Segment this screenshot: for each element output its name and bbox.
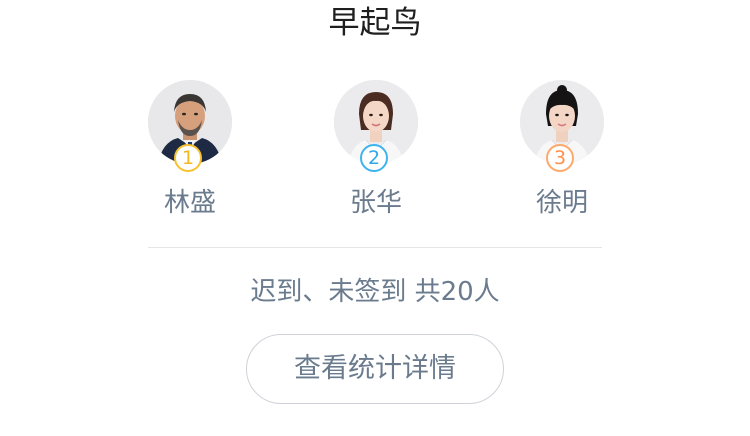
avatar[interactable]: 1 [148, 80, 232, 172]
person-name: 徐明 [535, 188, 588, 218]
early-bird-card: 早起鸟 1 林盛 2 张华 3 徐明 迟到、未签到 共20人 查看统计详情 [0, 0, 750, 436]
ranking-item[interactable]: 3 徐明 [502, 80, 622, 220]
person-name: 林盛 [163, 188, 216, 218]
ranking-item[interactable]: 2 张华 [316, 80, 436, 220]
avatar[interactable]: 2 [334, 80, 418, 172]
divider [148, 247, 602, 248]
rank-badge: 3 [546, 144, 574, 172]
rank-badge: 2 [360, 144, 388, 172]
page-title: 早起鸟 [328, 5, 422, 41]
rank-badge: 1 [174, 144, 202, 172]
absence-summary: 迟到、未签到 共20人 [250, 277, 500, 307]
person-name: 张华 [349, 188, 402, 218]
ranking-list: 1 林盛 2 张华 3 徐明 [0, 80, 750, 230]
ranking-item[interactable]: 1 林盛 [130, 80, 250, 220]
avatar[interactable]: 3 [520, 80, 604, 172]
view-stats-button[interactable]: 查看统计详情 [246, 334, 504, 404]
